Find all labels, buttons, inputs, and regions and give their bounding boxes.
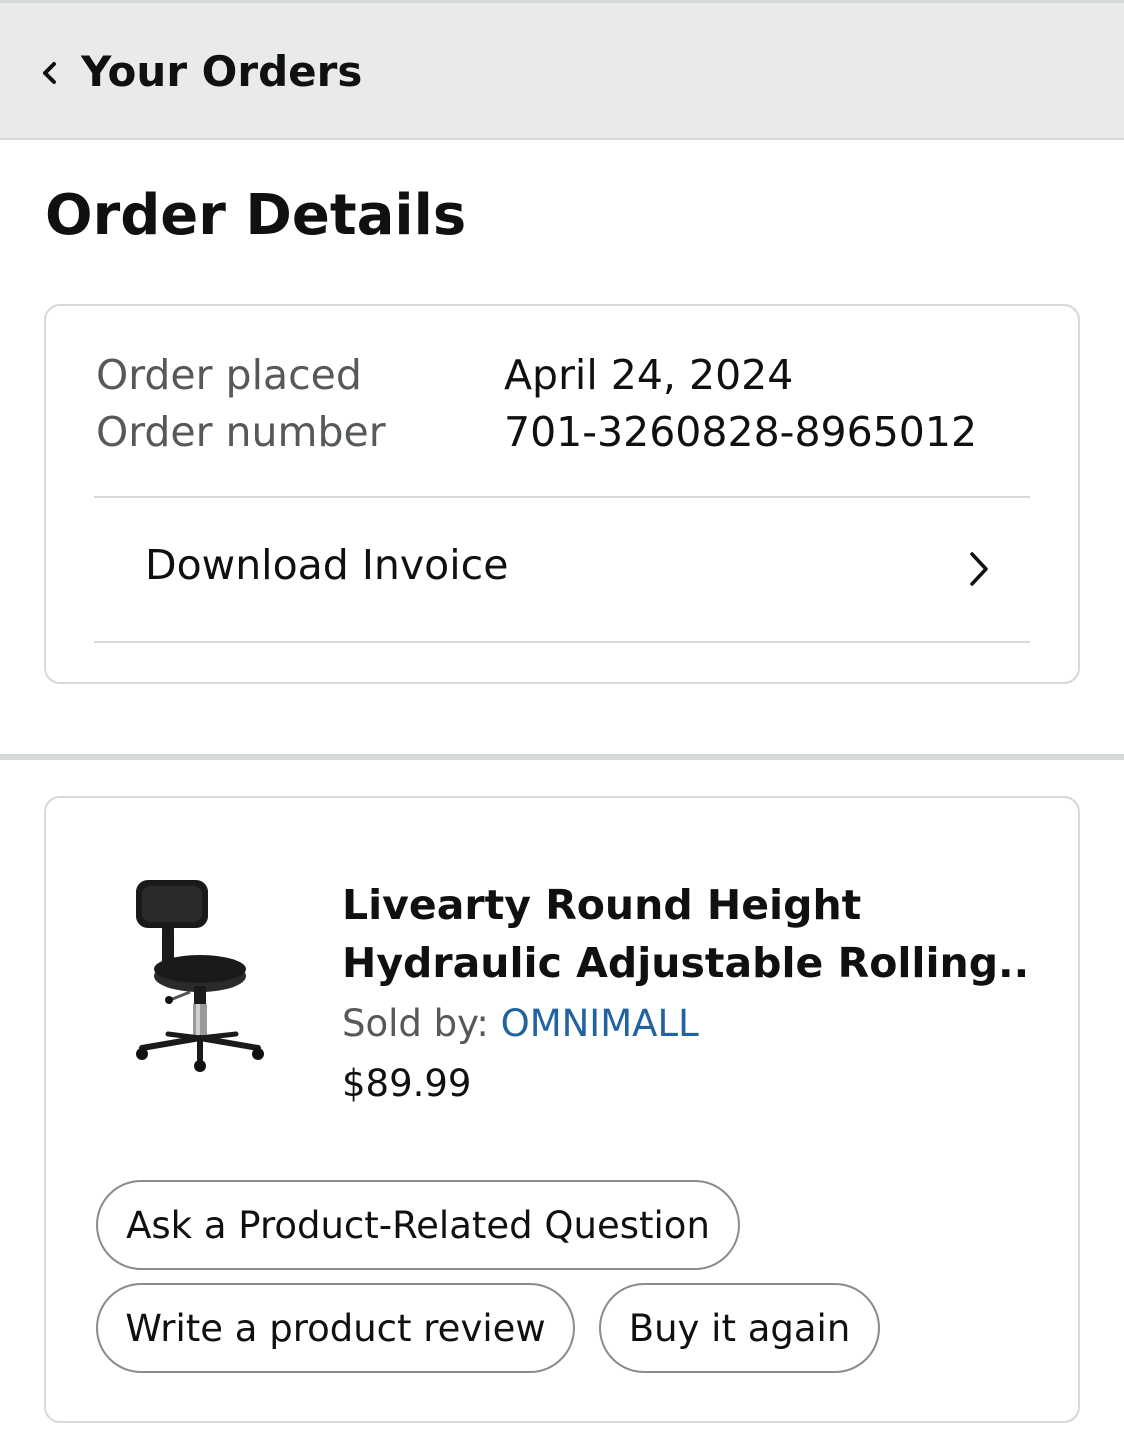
top-nav-bar: Your Orders [0,0,1124,140]
ask-product-question-button[interactable]: Ask a Product-Related Question [96,1180,740,1270]
buy-again-button[interactable]: Buy it again [599,1283,880,1373]
product-title-line: Hydraulic Adjustable Rolling... [342,939,1032,987]
order-placed-value: April 24, 2024 [504,351,794,399]
product-title-link[interactable]: Livearty Round Height Hydraulic Adjustab… [342,876,1032,992]
seller-link[interactable]: OMNIMALL [501,1002,699,1045]
section-separator [0,754,1124,760]
order-summary-card: Order placed April 24, 2024 Order number… [44,304,1080,684]
order-number-value: 701-3260828-8965012 [504,408,978,456]
sold-by-label: Sold by: [342,1002,501,1045]
product-title-line: Livearty Round Height [342,881,862,929]
order-item-card: Livearty Round Height Hydraulic Adjustab… [44,796,1080,1423]
back-to-your-orders-link[interactable]: Your Orders [81,47,362,96]
download-invoice-row[interactable]: Download Invoice [94,498,1030,641]
rolling-stool-image[interactable] [126,876,276,1076]
page-title: Order Details [45,183,467,248]
order-number-label: Order number [96,408,386,456]
download-invoice-label: Download Invoice [145,541,509,589]
chevron-right-icon [970,552,988,586]
divider [94,641,1030,643]
item-price: $89.99 [342,1062,472,1105]
chevron-left-icon[interactable] [38,58,60,88]
order-placed-label: Order placed [96,351,362,399]
write-review-button[interactable]: Write a product review [96,1283,575,1373]
sold-by: Sold by: OMNIMALL [342,1002,699,1045]
